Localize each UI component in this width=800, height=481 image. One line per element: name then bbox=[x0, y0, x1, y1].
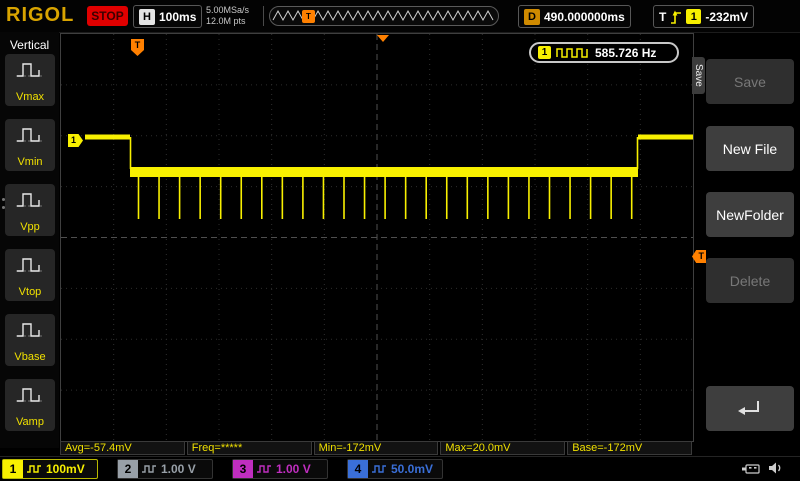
t-label: T bbox=[659, 9, 667, 24]
channel-wave-icon bbox=[256, 464, 272, 474]
menu-item-label: Vtop bbox=[18, 286, 42, 298]
trigger-level-value: -232mV bbox=[705, 9, 749, 24]
channel-3-status[interactable]: 3 1.00 V bbox=[232, 459, 328, 479]
new-file-button[interactable]: New File bbox=[706, 126, 794, 171]
waveform-display bbox=[60, 33, 694, 442]
vtop-icon bbox=[16, 258, 44, 272]
channel-2-badge: 2 bbox=[118, 460, 138, 478]
waveform-plot bbox=[61, 34, 693, 441]
channel-1-status[interactable]: 1 100mV bbox=[2, 459, 98, 479]
horizontal-settings-group: H 100ms bbox=[133, 5, 203, 28]
menu-item-vpp[interactable]: Vpp bbox=[5, 184, 55, 236]
measurement-bar: Avg=-57.4mV Freq=***** Min=-172mV Max=20… bbox=[60, 441, 692, 455]
channel-2-status[interactable]: 2 1.00 V bbox=[117, 459, 213, 479]
run-state-badge: STOP bbox=[87, 6, 128, 26]
channel-1-scale: 100mV bbox=[46, 462, 85, 476]
delay-position-icon bbox=[377, 35, 389, 42]
vmax-icon bbox=[16, 63, 44, 77]
brand-logo: RIGOL bbox=[6, 4, 75, 26]
acquisition-info: 5.00MSa/s 12.0M pts bbox=[206, 5, 249, 27]
page-indicator-dot bbox=[2, 206, 5, 209]
menu-item-label: Vmax bbox=[15, 91, 45, 103]
vamp-icon bbox=[16, 388, 44, 402]
channel-wave-icon bbox=[371, 464, 387, 474]
vpp-icon bbox=[16, 193, 44, 207]
menu-item-vamp[interactable]: Vamp bbox=[5, 379, 55, 431]
channel-4-badge: 4 bbox=[348, 460, 368, 478]
channel-3-badge: 3 bbox=[233, 460, 253, 478]
menu-title: Vertical bbox=[9, 38, 50, 52]
menu-item-vmax[interactable]: Vmax bbox=[5, 54, 55, 106]
top-status-bar: RIGOL STOP H 100ms 5.00MSa/s 12.0M pts T… bbox=[0, 0, 800, 33]
freq-channel-badge: 1 bbox=[538, 46, 551, 59]
delete-button[interactable]: Delete bbox=[706, 258, 794, 303]
save-menu-tab: Save bbox=[692, 57, 705, 94]
channel-1-badge: 1 bbox=[3, 460, 23, 478]
menu-item-vmin[interactable]: Vmin bbox=[5, 119, 55, 171]
d-badge: D bbox=[524, 8, 540, 25]
channel-4-status[interactable]: 4 50.0mV bbox=[347, 459, 443, 479]
save-button[interactable]: Save bbox=[706, 59, 794, 104]
channel-wave-icon bbox=[26, 464, 42, 474]
measure-avg: Avg=-57.4mV bbox=[60, 441, 185, 455]
measure-max: Max=20.0mV bbox=[440, 441, 566, 455]
trigger-level-marker[interactable]: T bbox=[692, 250, 706, 263]
measure-base: Base=-172mV bbox=[567, 441, 692, 455]
back-button[interactable] bbox=[706, 386, 794, 431]
channel-wave-icon bbox=[141, 464, 157, 474]
trigger-settings-group: T 1 -232mV bbox=[653, 5, 755, 28]
vbase-icon bbox=[16, 323, 44, 337]
menu-item-label: Vpp bbox=[20, 221, 40, 233]
menu-item-vbase[interactable]: Vbase bbox=[5, 314, 55, 366]
timebase-value: 100ms bbox=[159, 9, 197, 24]
vertical-measure-menu: Vertical Vmax Vmin Vpp Vtop Vbase Vamp bbox=[0, 32, 59, 448]
menu-item-vtop[interactable]: Vtop bbox=[5, 249, 55, 301]
measure-freq: Freq=***** bbox=[186, 441, 312, 455]
usb-icon bbox=[742, 462, 760, 480]
frequency-value: 585.726 Hz bbox=[595, 45, 657, 60]
overview-trigger-marker: T bbox=[302, 10, 315, 23]
channel-2-scale: 1.00 V bbox=[161, 462, 196, 476]
square-wave-icon bbox=[556, 47, 588, 58]
return-arrow-icon bbox=[738, 400, 759, 415]
channel-4-scale: 50.0mV bbox=[391, 462, 434, 476]
vmin-icon bbox=[16, 128, 44, 142]
memory-position-bar: T bbox=[269, 6, 499, 26]
speaker-icon bbox=[768, 461, 784, 480]
h-badge: H bbox=[139, 8, 155, 25]
delay-value: 490.000000ms bbox=[544, 9, 625, 24]
page-indicator-dot bbox=[2, 198, 5, 201]
measure-min: Min=-172mV bbox=[313, 441, 439, 455]
frequency-counter: 1 585.726 Hz bbox=[529, 42, 679, 63]
channel-3-scale: 1.00 V bbox=[276, 462, 311, 476]
sample-rate: 5.00MSa/s bbox=[206, 5, 250, 15]
menu-item-label: Vbase bbox=[14, 351, 46, 363]
menu-item-label: Vmin bbox=[17, 156, 43, 168]
channel-status-bar: 1 100mV 2 1.00 V 3 1.00 V 4 50.0mV bbox=[0, 456, 800, 481]
trigger-edge-icon bbox=[671, 10, 682, 24]
topbar-divider bbox=[263, 6, 264, 26]
delay-group: D 490.000000ms bbox=[518, 5, 631, 28]
trigger-source-badge: 1 bbox=[686, 9, 702, 24]
new-folder-button[interactable]: NewFolder bbox=[706, 192, 794, 237]
memory-depth: 12.0M pts bbox=[206, 16, 246, 26]
menu-item-label: Vamp bbox=[16, 416, 44, 428]
